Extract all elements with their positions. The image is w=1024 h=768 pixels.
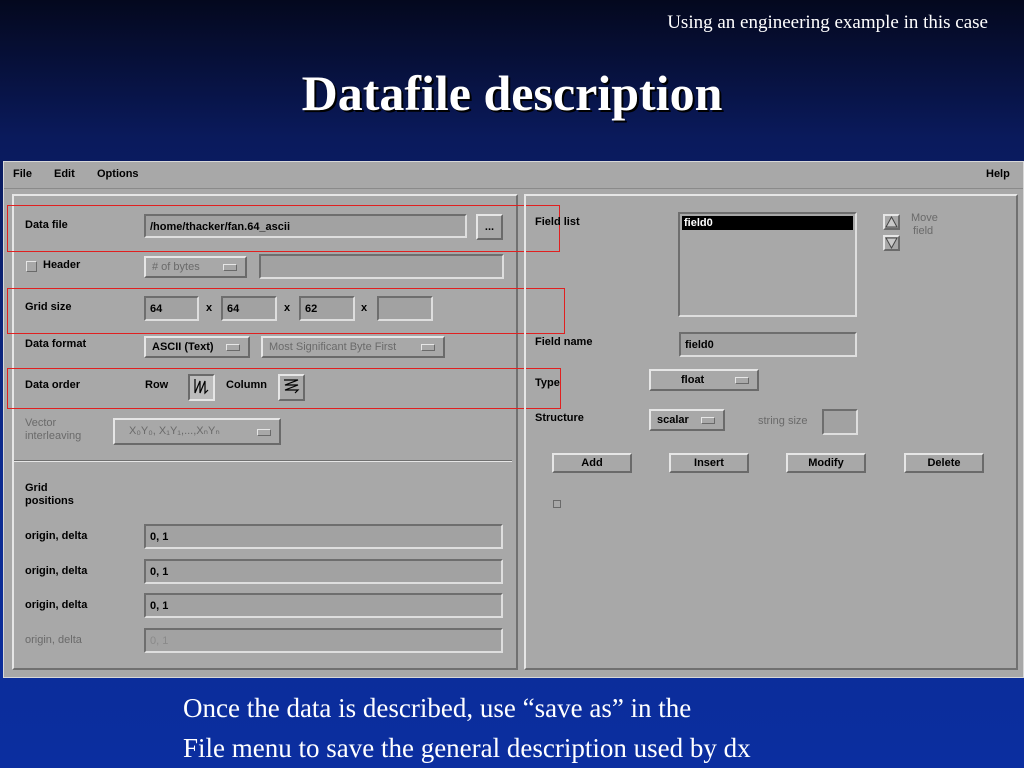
option-menu-indicator-icon [701,417,715,424]
header-mode-select[interactable]: # of bytes [144,256,247,278]
option-menu-indicator-icon [735,377,749,384]
vector-interleaving-label-1: Vector [25,417,57,429]
slide-caption: Once the data is described, use “save as… [183,688,751,768]
data-format-label: Data format [25,338,87,350]
move-field-label-2: field [913,225,934,237]
column-order-toggle[interactable] [278,374,305,401]
datafile-window: File Edit Options Help Data file /home/t… [3,161,1024,678]
menubar: File Edit Options Help [4,162,1023,189]
type-label: Type [535,377,560,389]
type-select[interactable]: float [649,369,759,391]
times-symbol: x [284,302,291,314]
header-mode-value: # of bytes [152,261,200,273]
field-list-label: Field list [535,216,580,228]
times-symbol: x [361,302,368,314]
move-field-down-button[interactable] [883,235,900,251]
data-order-label: Data order [25,379,81,391]
origin-delta-input[interactable]: 0, 1 [144,593,503,618]
arrow-up-icon [885,215,898,228]
origin-delta-input[interactable]: 0, 1 [144,559,503,584]
row-order-icon [194,379,209,395]
field-list[interactable]: field0 [678,212,857,317]
row-order-toggle[interactable] [188,374,215,401]
arrow-down-icon [885,237,898,250]
menu-help[interactable]: Help [986,168,1010,180]
data-format-value: ASCII (Text) [152,341,214,353]
structure-value: scalar [657,414,689,426]
header-label: Header [43,259,81,271]
grid-size-input-4[interactable] [377,296,433,321]
vector-interleaving-select[interactable]: X₀Y₀, X₁Y₁,...,XₙYₙ [113,418,281,445]
menu-edit[interactable]: Edit [54,168,75,180]
add-button[interactable]: Add [552,453,632,473]
origin-delta-label: origin, delta [25,599,88,611]
grid-positions-label-1: Grid [25,482,48,494]
byte-order-select[interactable]: Most Significant Byte First [261,336,445,358]
small-checkbox-icon [553,500,561,508]
data-file-label: Data file [25,219,68,231]
option-menu-indicator-icon [223,264,237,271]
byte-order-value: Most Significant Byte First [269,341,397,353]
structure-label: Structure [535,412,584,424]
column-order-icon [284,379,300,394]
field-list-item-selected[interactable]: field0 [682,216,853,230]
vector-interleaving-value: X₀Y₀, X₁Y₁,...,XₙYₙ [129,425,220,437]
option-menu-indicator-icon [226,344,240,351]
grid-size-input-2[interactable]: 64 [221,296,277,321]
slide-title: Datafile description [301,65,723,121]
move-field-up-button[interactable] [883,214,900,230]
data-file-input[interactable]: /home/thacker/fan.64_ascii [144,214,467,238]
insert-button[interactable]: Insert [669,453,749,473]
option-menu-indicator-icon [257,428,271,436]
move-field-label-1: Move [911,212,938,224]
grid-size-input-1[interactable]: 64 [144,296,199,321]
column-label: Column [226,379,267,391]
separator [14,460,512,462]
data-format-select[interactable]: ASCII (Text) [144,336,250,358]
field-name-input[interactable]: field0 [679,332,857,357]
slide-subtitle: Using an engineering example in this cas… [667,12,988,33]
grid-size-label: Grid size [25,301,72,313]
modify-button[interactable]: Modify [786,453,866,473]
origin-delta-label: origin, delta [25,530,88,542]
header-checkbox[interactable] [26,261,37,272]
times-symbol: x [206,302,213,314]
delete-button[interactable]: Delete [904,453,984,473]
menu-file[interactable]: File [13,168,32,180]
row-label: Row [145,379,169,391]
type-value: float [681,374,705,386]
vector-interleaving-label-2: interleaving [25,430,82,442]
field-name-label: Field name [535,336,593,348]
origin-delta-input[interactable]: 0, 1 [144,628,503,653]
browse-button[interactable]: ... [476,214,503,240]
header-input[interactable] [259,254,504,279]
caption-line-1: Once the data is described, use “save as… [183,693,692,723]
string-size-label: string size [758,415,808,427]
option-menu-indicator-icon [421,344,435,351]
menu-options[interactable]: Options [97,168,139,180]
origin-delta-label: origin, delta [25,565,88,577]
origin-delta-input[interactable]: 0, 1 [144,524,503,549]
string-size-input[interactable] [822,409,858,435]
origin-delta-label: origin, delta [25,634,82,646]
caption-line-2: File menu to save the general descriptio… [183,733,751,763]
structure-select[interactable]: scalar [649,409,725,431]
grid-positions-label-2: positions [25,495,74,507]
grid-size-input-3[interactable]: 62 [299,296,355,321]
